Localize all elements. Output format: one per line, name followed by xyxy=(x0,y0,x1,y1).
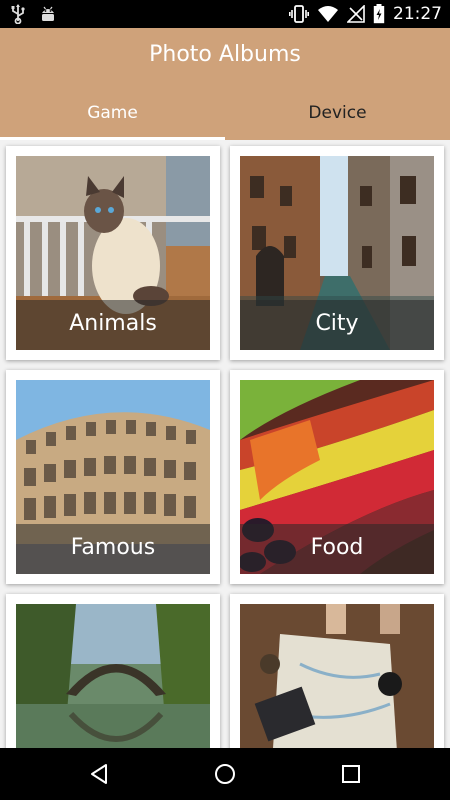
album-card-famous[interactable]: Famous xyxy=(6,370,220,584)
back-icon[interactable] xyxy=(88,762,112,786)
usb-icon xyxy=(10,4,26,24)
home-icon[interactable] xyxy=(213,762,237,786)
tab-game[interactable]: Game xyxy=(0,98,225,140)
album-label: City xyxy=(315,311,359,336)
album-card-city[interactable]: City xyxy=(230,146,444,360)
album-card-5[interactable] xyxy=(6,594,220,748)
album-grid[interactable]: Animals City Famous Food xyxy=(0,140,450,748)
tab-device[interactable]: Device xyxy=(225,98,450,140)
battery-charging-icon xyxy=(373,4,385,24)
album-card-animals[interactable]: Animals xyxy=(6,146,220,360)
status-bar: 21:27 xyxy=(0,0,450,28)
wifi-icon xyxy=(317,5,339,23)
album-thumbnail-6 xyxy=(240,604,434,748)
album-label: Animals xyxy=(69,311,157,336)
page-title: Photo Albums xyxy=(149,42,301,67)
album-label: Famous xyxy=(70,535,156,560)
android-icon xyxy=(40,4,56,24)
album-card-6[interactable] xyxy=(230,594,444,748)
navigation-bar xyxy=(0,748,450,800)
album-thumbnail-5 xyxy=(16,604,210,748)
tab-bar: Game Device xyxy=(0,98,450,140)
no-sim-icon xyxy=(347,5,365,23)
clock: 21:27 xyxy=(393,4,442,24)
album-label: Food xyxy=(310,535,364,560)
recents-icon[interactable] xyxy=(339,762,363,786)
album-card-food[interactable]: Food xyxy=(230,370,444,584)
vibrate-icon xyxy=(289,5,309,23)
app-header: Photo Albums Game Device xyxy=(0,28,450,140)
